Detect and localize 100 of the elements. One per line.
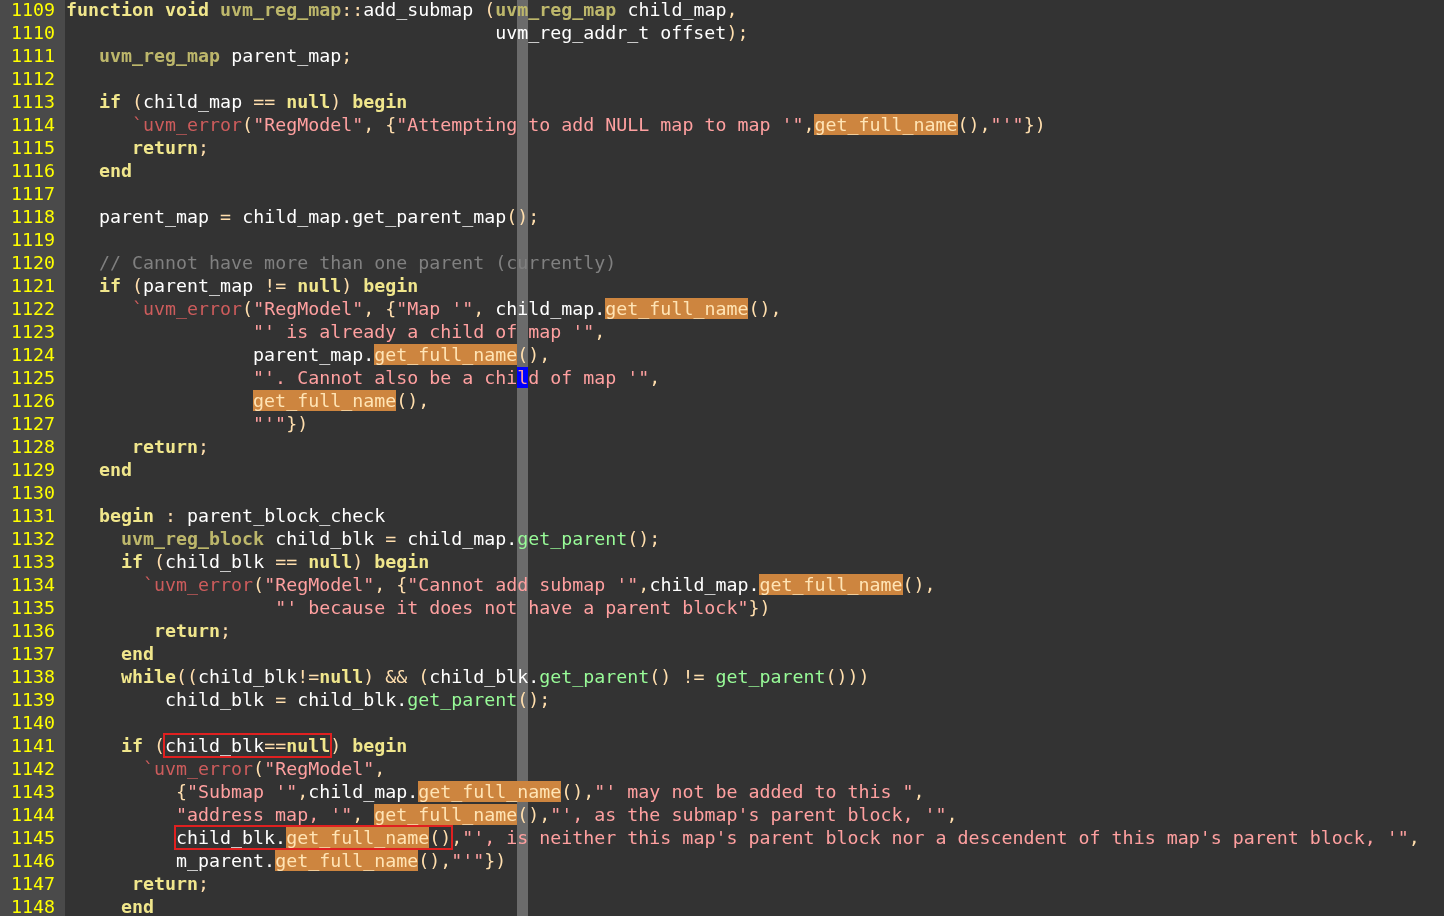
- line-number: 1147: [0, 872, 65, 895]
- punctuation: !=: [297, 666, 320, 687]
- line-number: 1114: [0, 113, 65, 136]
- punctuation: (),: [748, 298, 782, 319]
- keyword: while: [121, 666, 177, 687]
- code-text: parent_map: [99, 206, 211, 227]
- line-number: 1145: [0, 826, 65, 849]
- string-literal: "Cannot add submap '": [407, 574, 639, 595]
- punctuation: ();: [627, 528, 661, 549]
- line-number: 1138: [0, 665, 65, 688]
- punctuation: ((: [176, 666, 199, 687]
- keyword: begin: [374, 551, 430, 572]
- line-number: 1109: [0, 0, 65, 21]
- macro-name: `uvm_error: [143, 574, 254, 595]
- code-text: child_blk: [165, 735, 265, 756]
- type-name: uvm_reg_map: [220, 0, 342, 20]
- code-text: child_map.: [407, 528, 518, 549]
- punctuation: ,: [946, 804, 958, 825]
- punctuation: ,: [803, 114, 815, 135]
- search-highlight: get_full_name: [814, 114, 958, 135]
- string-literal: "'. Cannot also be a chi: [253, 367, 518, 388]
- punctuation: ;: [341, 45, 353, 66]
- keyword: begin: [363, 275, 419, 296]
- line-number: 1123: [0, 320, 65, 343]
- punctuation: ): [330, 91, 343, 112]
- punctuation: ,: [594, 321, 606, 342]
- keyword: function void: [66, 0, 211, 20]
- punctuation: ,: [374, 758, 386, 779]
- code-text: child_blk: [165, 689, 266, 710]
- punctuation: ==: [264, 735, 287, 756]
- punctuation: (: [253, 574, 265, 595]
- line-number: 1112: [0, 67, 65, 90]
- keyword: begin: [99, 505, 155, 526]
- line-number: 1116: [0, 159, 65, 182]
- keyword: begin: [352, 91, 408, 112]
- keyword: null: [319, 666, 364, 687]
- punctuation: ,: [913, 781, 925, 802]
- macro-name: `uvm_error: [132, 298, 243, 319]
- line-number: 1139: [0, 688, 65, 711]
- search-highlight: get_full_name: [286, 827, 430, 848]
- line-number: 1140: [0, 711, 65, 734]
- type-name: uvm_reg_map: [495, 0, 617, 20]
- punctuation: :: [165, 505, 178, 526]
- line-number: 1124: [0, 343, 65, 366]
- keyword: end: [99, 459, 133, 480]
- line-number: 1134: [0, 573, 65, 596]
- function-call: get_parent: [407, 689, 518, 710]
- line-number: 1132: [0, 527, 65, 550]
- punctuation: (: [253, 758, 265, 779]
- search-highlight: get_full_name: [253, 390, 397, 411]
- punctuation: ::: [341, 0, 364, 20]
- line-number: 1137: [0, 642, 65, 665]
- line-number: 1120: [0, 251, 65, 274]
- type-name: uvm_reg_map: [99, 45, 221, 66]
- string-literal: "' may not be added to this ": [594, 781, 914, 802]
- punctuation: }): [748, 597, 771, 618]
- string-literal: "RegModel": [264, 574, 375, 595]
- keyword: end: [121, 896, 155, 916]
- punctuation: (),: [902, 574, 936, 595]
- punctuation: (: [484, 0, 496, 20]
- code-text: child_map.: [495, 298, 606, 319]
- code-text: child_map.get_parent_map: [242, 206, 507, 227]
- search-highlight: get_full_name: [759, 574, 903, 595]
- line-number: 1142: [0, 757, 65, 780]
- punctuation: (: [154, 735, 166, 756]
- code-text: add_submap: [363, 0, 475, 20]
- punctuation: ,: [451, 827, 463, 848]
- code-text: parent_map: [231, 45, 342, 66]
- code-text: child_blk.: [429, 666, 540, 687]
- punctuation: ==: [275, 551, 299, 572]
- line-number: 1119: [0, 228, 65, 251]
- punctuation: (): [429, 827, 452, 848]
- code-text: child_blk.: [176, 827, 287, 848]
- punctuation: ,: [473, 298, 486, 319]
- line-number: 1131: [0, 504, 65, 527]
- keyword: null: [297, 275, 342, 296]
- code-text: child_blk: [198, 666, 298, 687]
- function-call: get_parent: [715, 666, 826, 687]
- line-number: 1141: [0, 734, 65, 757]
- punctuation: ;: [220, 620, 232, 641]
- keyword: null: [286, 91, 331, 112]
- punctuation: (),: [517, 804, 551, 825]
- code-text: child_blk: [275, 528, 376, 549]
- line-number: 1126: [0, 389, 65, 412]
- punctuation: }): [286, 413, 309, 434]
- string-literal: "address map, '": [176, 804, 353, 825]
- punctuation: (),: [957, 114, 991, 135]
- punctuation: ())): [825, 666, 870, 687]
- search-highlight: get_full_name: [605, 298, 749, 319]
- search-highlight: get_full_name: [275, 850, 419, 871]
- string-literal: "', is neither this map's parent block nor a descendent of this map's parent block, '": [462, 827, 1409, 848]
- punctuation: ,: [352, 804, 365, 825]
- keyword: return: [132, 436, 199, 457]
- line-number: 1130: [0, 481, 65, 504]
- line-number: 1111: [0, 44, 65, 67]
- line-number: 1121: [0, 274, 65, 297]
- string-literal: "' is already a child of map '": [253, 321, 595, 342]
- code-text: child_blk.: [297, 689, 408, 710]
- string-literal: "Map '": [396, 298, 474, 319]
- string-literal: "Attempting to add NULL map to map '": [396, 114, 804, 135]
